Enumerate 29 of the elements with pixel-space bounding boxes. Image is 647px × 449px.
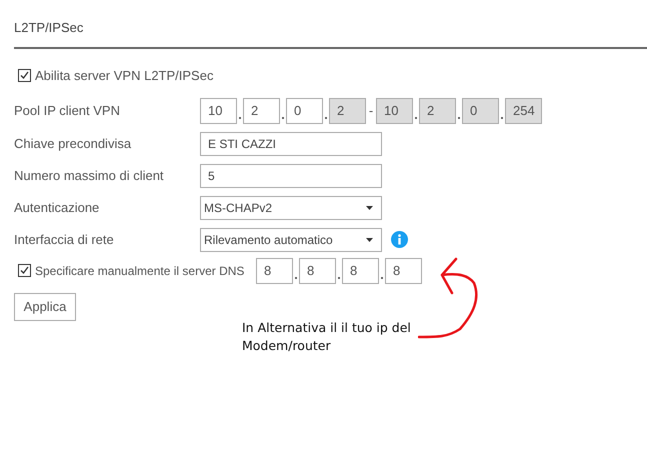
checkbox-label: Specificare manualmente il server DNS (35, 262, 246, 280)
range-separator: - (368, 102, 374, 120)
ip-octet-field[interactable]: 0 (286, 98, 323, 124)
field-label: Pool IP client VPN (14, 102, 121, 120)
ip-octet-field[interactable]: 8 (385, 258, 422, 284)
ip-octet-field[interactable]: 2 (243, 98, 280, 124)
ip-octet-field[interactable]: 8 (299, 258, 336, 284)
caret-icon (366, 206, 373, 210)
text-field[interactable]: 5 (200, 164, 382, 188)
checkbox[interactable] (18, 69, 31, 82)
text-field[interactable]: E STI CAZZI (200, 132, 382, 156)
ip-octet-field[interactable]: 8 (256, 258, 293, 284)
caret-icon (366, 238, 373, 242)
annotation-text: In Alternativa il il tuo ip del Modem/router (242, 318, 412, 354)
field-label: Autenticazione (14, 198, 100, 217)
checkmark-icon (19, 265, 30, 276)
dropdown[interactable]: Rilevamento automatico (200, 228, 382, 252)
apply-button[interactable]: Applica (14, 292, 76, 320)
field-label: Chiave precondivisa (14, 134, 132, 153)
section-title: L2TP/IPSec (14, 19, 84, 36)
dropdown[interactable]: MS-CHAPv2 (200, 196, 382, 220)
ip-octet-field[interactable]: 10 (200, 98, 237, 124)
checkmark-icon (19, 70, 30, 82)
field-label: Interfaccia di rete (14, 230, 115, 249)
checkbox[interactable] (18, 264, 31, 277)
checkbox-label: Abilita server VPN L2TP/IPSec (35, 67, 214, 85)
field-label: Numero massimo di client (14, 166, 165, 185)
ip-octet-field[interactable]: 8 (342, 258, 379, 284)
info-icon[interactable] (391, 231, 408, 248)
